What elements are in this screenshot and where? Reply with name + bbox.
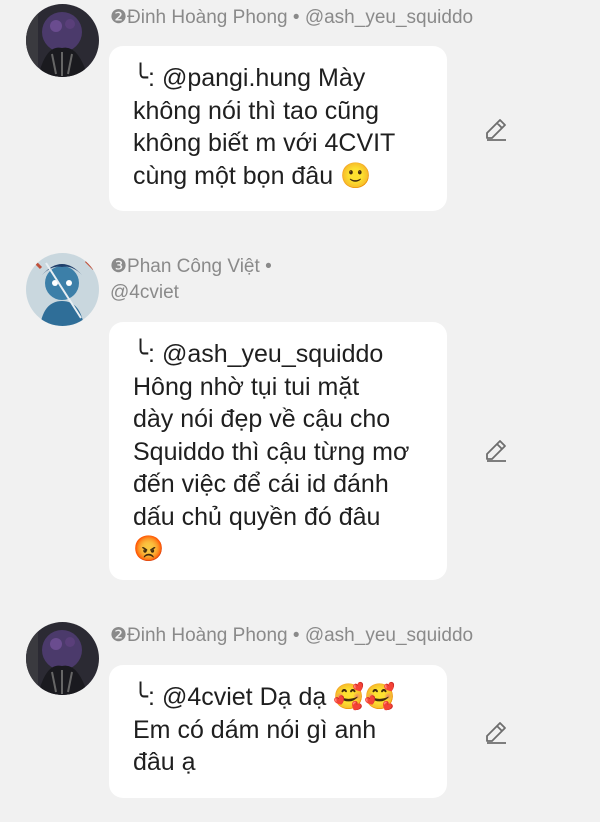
dark-avatar-image (26, 4, 99, 77)
comment-bubble[interactable]: ╰: @4cviet Dạ dạ 🥰🥰 Em có dám nói gì anh… (109, 665, 447, 798)
author-handle[interactable]: @4cviet (110, 282, 179, 303)
comment-bubble[interactable]: ╰: @ash_yeu_squiddo Hông nhờ tụi tui mặt… (109, 322, 447, 580)
avatar[interactable] (26, 622, 99, 695)
author-name[interactable]: ❷Đinh Hoàng Phong (110, 7, 288, 28)
separator: • (287, 625, 305, 646)
comment-header: ❸Phan Công Việt • @4cviet (110, 254, 330, 306)
pencil-icon[interactable] (482, 718, 510, 746)
comment-header: ❷Đinh Hoàng Phong • @ash_yeu_squiddo (110, 623, 580, 649)
comment-text: ╰: @pangi.hung Mày không nói thì tao cũn… (133, 64, 396, 190)
dark-avatar-image (26, 622, 99, 695)
comment-text: ╰: @ash_yeu_squiddo Hông nhờ tụi tui mặt… (133, 340, 410, 563)
author-name[interactable]: ❸Phan Công Việt (110, 256, 260, 277)
cartoon-avatar-image (26, 253, 99, 326)
avatar[interactable] (26, 253, 99, 326)
pencil-icon[interactable] (482, 115, 510, 143)
author-name[interactable]: ❷Đinh Hoàng Phong (110, 625, 288, 646)
author-handle[interactable]: @ash_yeu_squiddo (305, 625, 473, 646)
separator: • (287, 7, 305, 28)
comment-text: ╰: @4cviet Dạ dạ 🥰🥰 Em có dám nói gì anh… (133, 683, 396, 776)
separator: • (259, 256, 272, 277)
pencil-icon[interactable] (482, 436, 510, 464)
avatar[interactable] (26, 4, 99, 77)
author-handle[interactable]: @ash_yeu_squiddo (305, 7, 473, 28)
comment-header: ❷Đinh Hoàng Phong • @ash_yeu_squiddo (110, 5, 580, 31)
comment-bubble[interactable]: ╰: @pangi.hung Mày không nói thì tao cũn… (109, 46, 447, 211)
